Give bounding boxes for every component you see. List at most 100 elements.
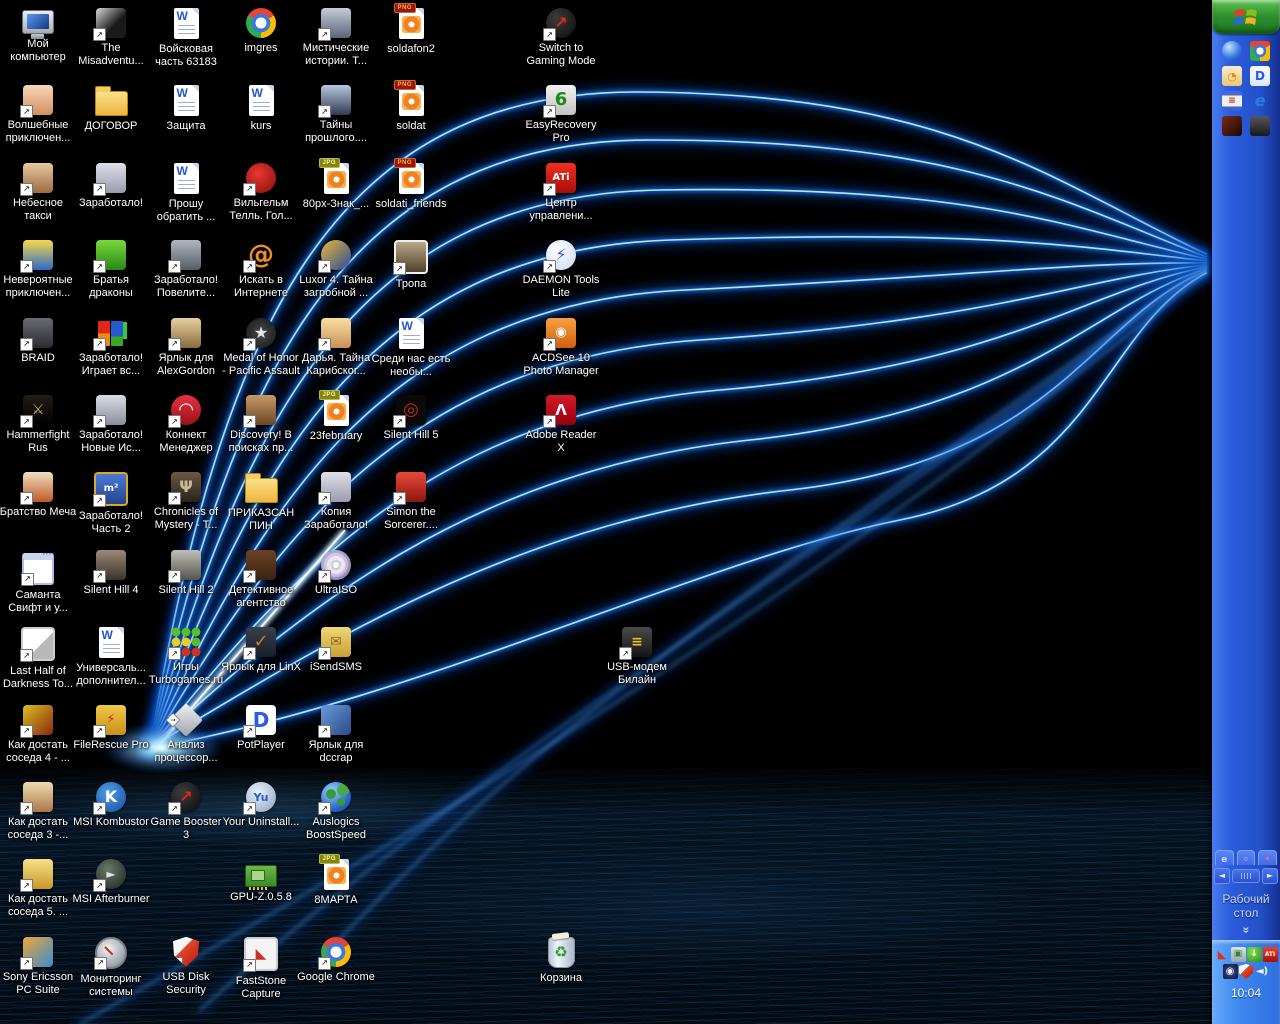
desktop-icon[interactable]: ATi ↗ Центр управлени... bbox=[523, 163, 599, 223]
desktop-icon[interactable]: ↗ Братья драконы bbox=[73, 240, 149, 300]
desktop-icon[interactable]: kurs bbox=[223, 85, 299, 133]
desktop-icon[interactable]: ↗ Анализ процессор... bbox=[148, 705, 224, 765]
desktop-icon[interactable]: ↗ Auslogics BoostSpeed bbox=[298, 782, 374, 842]
mail-clock-icon[interactable]: ◔ bbox=[1222, 66, 1242, 86]
desktop-icon[interactable]: ↗ ↗ Game Booster 3 bbox=[148, 782, 224, 842]
desktop-icon[interactable]: ↗ Ярлык для AlexGordon bbox=[148, 318, 224, 378]
desktop-icon[interactable]: Среди нас есть необы... bbox=[373, 318, 449, 379]
potplayer-quick-icon[interactable]: D bbox=[1250, 66, 1270, 86]
ati-tray-icon[interactable]: ATI bbox=[1263, 947, 1278, 962]
desktop-icon[interactable]: ↗ Заработало! Новые Ис... bbox=[73, 395, 149, 455]
desktop-icon[interactable]: ⚔ ↗ Hammerfight Rus bbox=[0, 395, 76, 455]
desktop-icon[interactable]: ≡ ↗ USB-модем Билайн bbox=[599, 627, 675, 687]
desktop-icon[interactable]: ↗ Как достать соседа 3 -... bbox=[0, 782, 76, 842]
desktop-icon[interactable]: m² ↗ Заработало! Часть 2 bbox=[73, 472, 149, 536]
desktop-icon[interactable]: ◉ ↗ ACDSee 10 Photo Manager bbox=[523, 318, 599, 378]
desktop-icon[interactable]: ↗ Discovery! В поисках пр... bbox=[223, 395, 299, 455]
scroll-thumb[interactable] bbox=[1232, 869, 1260, 883]
desktop-icon[interactable]: ↗ Last Half of Darkness To... bbox=[0, 627, 76, 691]
desktop-icon[interactable]: GPU-Z.0.5.8 bbox=[223, 859, 299, 904]
download-manager-icon[interactable]: ↓ bbox=[1247, 947, 1262, 962]
start-button[interactable] bbox=[1212, 0, 1280, 34]
desktop-icon[interactable]: JPG 80px-Знак_... bbox=[298, 163, 374, 211]
desktop-icon[interactable]: Ψ ↗ Chronicles of Mystery - T... bbox=[148, 472, 224, 532]
msi-afterburner-tray-icon[interactable]: ◣ bbox=[1215, 947, 1230, 962]
desktop-icon[interactable]: PNG soldati_friends bbox=[373, 163, 449, 211]
network-status-icon[interactable]: ▣ bbox=[1231, 947, 1246, 962]
desktop-icon[interactable]: ↗ Заработало! Играет вс... bbox=[73, 318, 149, 378]
desktop-icon[interactable]: Универсаль... дополнител... bbox=[73, 627, 149, 688]
desktop-icon[interactable]: ↗ Тайны прошлого.... bbox=[298, 85, 374, 145]
desktop-icon[interactable]: ↗ USB Disk Security bbox=[148, 937, 224, 997]
photo-thumbnail-red-icon[interactable] bbox=[1222, 116, 1242, 136]
desktop-icon[interactable]: Прошу обратить ... bbox=[148, 163, 224, 224]
desktop-icon[interactable]: ◠ ↗ Коннект Менеджер bbox=[148, 395, 224, 455]
desktop-icon[interactable]: ↗ Заработало! bbox=[73, 163, 149, 210]
desktop-toolbar-button-ie[interactable]: e bbox=[1215, 850, 1234, 865]
desktop-icon[interactable]: ↗ Заработало! Повелите... bbox=[148, 240, 224, 300]
desktop-icon[interactable]: 6 ↗ EasyRecovery Pro bbox=[523, 85, 599, 145]
scroll-track[interactable] bbox=[1232, 869, 1260, 883]
desktop-icon[interactable]: ↗ The Misadventu... bbox=[73, 8, 149, 68]
desktop-icon[interactable]: JPG 23february bbox=[298, 395, 374, 443]
volume-icon[interactable]: ◄) bbox=[1255, 964, 1270, 979]
desktop-icon[interactable]: Корзина bbox=[523, 937, 599, 985]
desktop-toolbar-button-red[interactable]: • bbox=[1258, 850, 1277, 865]
desktop-icon[interactable]: ↗ Google Chrome bbox=[298, 937, 374, 984]
desktop-icon[interactable]: JPG 8МАРТА bbox=[298, 859, 374, 907]
desktop-icon[interactable]: ↗ Тропа bbox=[373, 240, 449, 291]
desktop-icon[interactable]: imgres bbox=[223, 8, 299, 55]
desktop-icon[interactable]: ↗ Silent Hill 4 bbox=[73, 550, 149, 597]
desktop-icon[interactable]: K ↗ MSI Kombustor bbox=[73, 782, 149, 829]
chrome-quick-icon[interactable] bbox=[1250, 41, 1270, 61]
desktop-icon[interactable]: ↗ Silent Hill 2 bbox=[148, 550, 224, 597]
desktop-icon[interactable]: ✉ ↗ iSendSMS bbox=[298, 627, 374, 674]
desktop-icon[interactable]: PNG soldafon2 bbox=[373, 8, 449, 56]
scroll-right-button[interactable]: ► bbox=[1262, 868, 1278, 884]
collapse-chevron-icon[interactable]: » bbox=[1212, 920, 1280, 940]
desktop-icon[interactable]: ↗ Как достать соседа 4 - ... bbox=[0, 705, 76, 765]
eye-monitor-icon[interactable]: ◉ bbox=[1223, 964, 1238, 979]
desktop-icon[interactable]: ↗ Мониторинг системы bbox=[73, 937, 149, 999]
desktop-icon[interactable]: Мой компьютер bbox=[0, 8, 76, 64]
desktop-icon[interactable]: ↗ Копия Заработало! bbox=[298, 472, 374, 532]
desktop-icon[interactable]: Yu ↗ Your Uninstall... bbox=[223, 782, 299, 829]
desktop-icon[interactable]: ★ ↗ Medal of Honor - Pacific Assault bbox=[223, 318, 299, 378]
desktop-icon[interactable]: ↗ UltraISO bbox=[298, 550, 374, 597]
desktop-icon[interactable]: ↗ Luxor 4. Тайна загробной ... bbox=[298, 240, 374, 300]
desktop-icon[interactable]: ДОГОВОР bbox=[73, 85, 149, 133]
desktop-icon[interactable]: ◣ ↗ FastStone Capture bbox=[223, 937, 299, 1001]
photo-thumbnail-dark-icon[interactable] bbox=[1250, 116, 1270, 136]
internet-globe-icon[interactable] bbox=[1222, 41, 1242, 61]
desktop-icon[interactable]: ↗ Волшебные приключен... bbox=[0, 85, 76, 145]
desktop-icon[interactable]: PNG soldat bbox=[373, 85, 449, 133]
desktop-icon[interactable]: ↗ BRAID bbox=[0, 318, 76, 365]
desktop-toolbar-button-app[interactable]: ◦ bbox=[1237, 850, 1256, 865]
floppy-save-icon[interactable]: ≡ bbox=[1222, 91, 1242, 111]
internet-explorer-icon[interactable]: e bbox=[1250, 91, 1270, 111]
desktop-icon[interactable]: ◎ ↗ Silent Hill 5 bbox=[373, 395, 449, 442]
desktop-icon[interactable]: @ ↗ Искать в Интернете bbox=[223, 240, 299, 300]
desktop-icon[interactable]: ↗ Вильгельм Телль. Гол... bbox=[223, 163, 299, 223]
desktop-icon[interactable]: ↗ Братство Меча bbox=[0, 472, 76, 519]
desktop-icon[interactable]: ↗ Небесное такси bbox=[0, 163, 76, 223]
desktop-icon[interactable]: ⚡ ↗ DAEMON Tools Lite bbox=[523, 240, 599, 300]
desktop-icon[interactable]: ↗ Детективное агентство bbox=[223, 550, 299, 610]
desktop-icon[interactable]: ✓ ↗ Ярлык для LinX bbox=[223, 627, 299, 674]
desktop-icon[interactable]: ↗ Невероятные приключен... bbox=[0, 240, 76, 300]
desktop-icon[interactable]: ⚡ ↗ FileRescue Pro bbox=[73, 705, 149, 752]
desktop-icon[interactable]: ↗ Ярлык для dccrap bbox=[298, 705, 374, 765]
desktop-icon[interactable]: D ↗ PotPlayer bbox=[223, 705, 299, 752]
desktop-icon[interactable]: Защита bbox=[148, 85, 224, 133]
desktop-icon[interactable]: ↗ Simon the Sorcerer.... bbox=[373, 472, 449, 532]
desktop-icon[interactable]: ↗ Мистические истории. Т... bbox=[298, 8, 374, 68]
desktop-icon[interactable]: ПРИКАЗСАН ПИН bbox=[223, 472, 299, 533]
scroll-left-button[interactable]: ◄ bbox=[1214, 868, 1230, 884]
desktop-icon[interactable]: ↗ Как достать соседа 5. ... bbox=[0, 859, 76, 919]
desktop-icon[interactable]: ↗ Саманта Свифт и у... bbox=[0, 550, 76, 615]
desktop-icon[interactable]: ↗ Дарья. Тайна Карибског... bbox=[298, 318, 374, 378]
desktop-icon[interactable]: Войсковая часть 63183 bbox=[148, 8, 224, 69]
desktop-icon[interactable]: ↗ ↗ Switch to Gaming Mode bbox=[523, 8, 599, 68]
desktop-icon[interactable]: ↗ Sony Ericsson PC Suite bbox=[0, 937, 76, 997]
usb-disk-security-tray-icon[interactable] bbox=[1239, 964, 1254, 979]
